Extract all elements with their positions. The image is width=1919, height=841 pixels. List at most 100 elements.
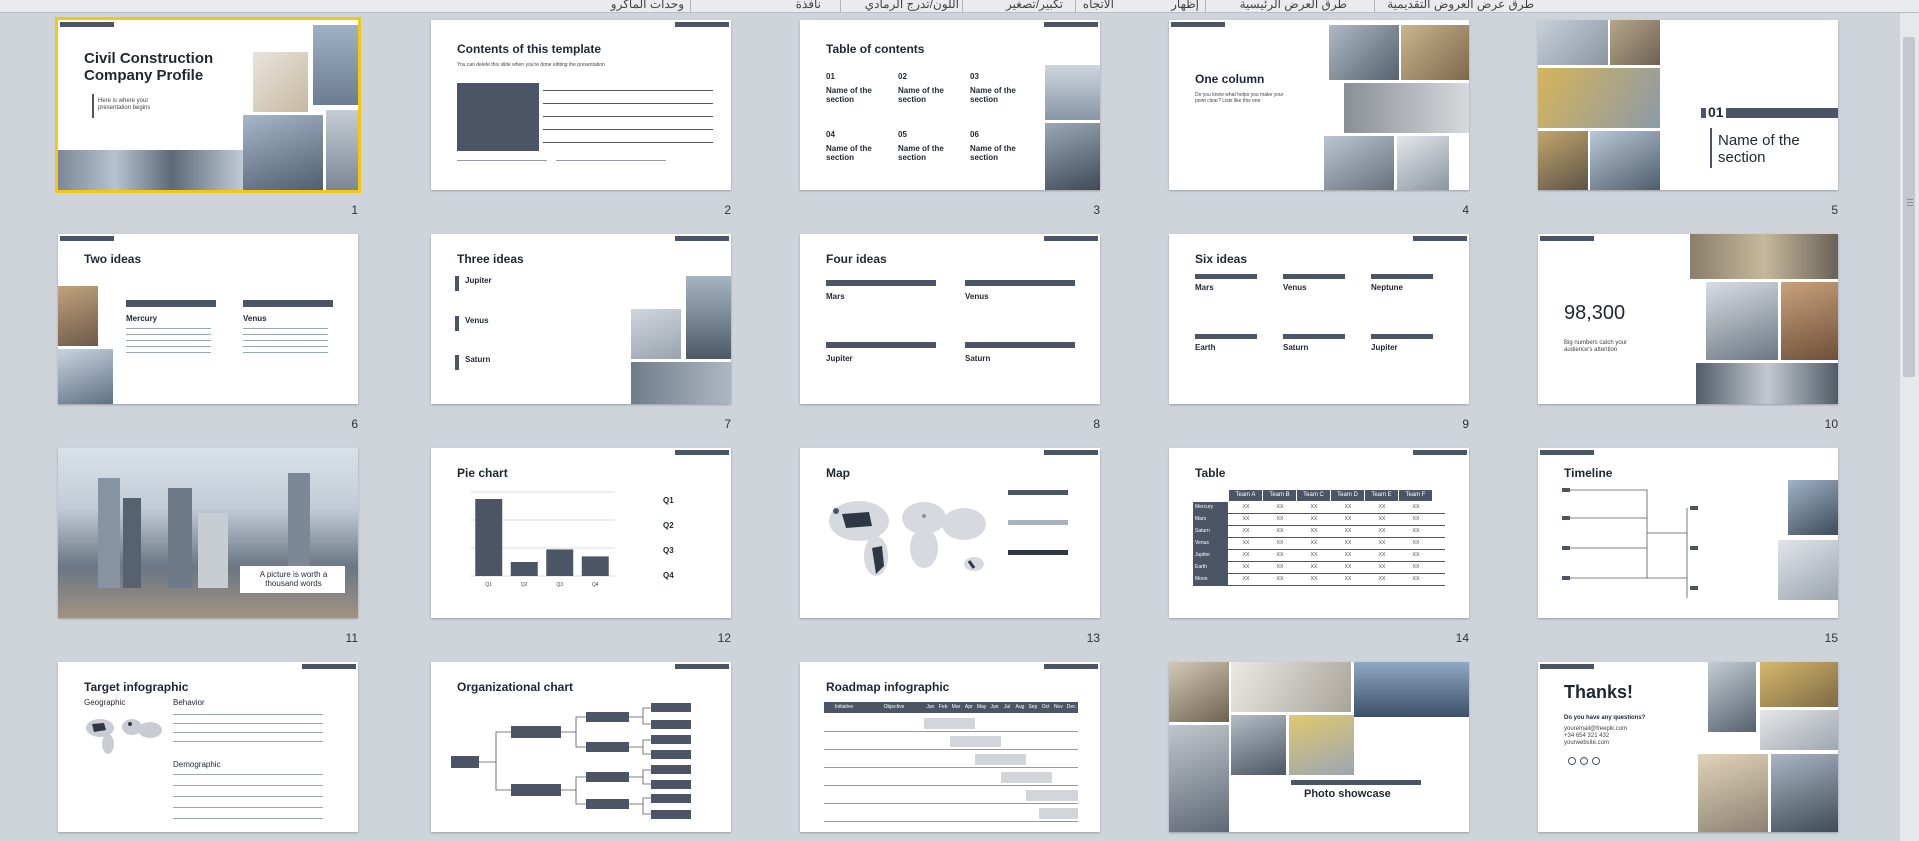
accent-bar <box>675 22 729 27</box>
slide-thumbnail-1[interactable]: Civil Construction Company Profile Here … <box>55 17 361 193</box>
table-cell: XX <box>1378 504 1386 510</box>
slide-thumbnail-11[interactable]: A picture is worth a thousand words <box>58 448 358 618</box>
idea-bar <box>126 300 216 307</box>
vertical-scrollbar[interactable] <box>1900 13 1919 841</box>
world-map-icon <box>829 501 986 576</box>
table-row: Jupiter XX XX XX XX XX XX <box>1193 550 1445 562</box>
crane-photo <box>1045 65 1100 120</box>
idea-text <box>243 328 328 358</box>
ribbon-item-main-views[interactable]: طرق العرض الرئيسية <box>1240 0 1347 11</box>
construction-photo <box>1538 20 1608 65</box>
ribbon-item-zoom[interactable]: تكبير/تصغير <box>1006 0 1063 11</box>
roadmap-column-header: Dec <box>1066 704 1076 710</box>
accent-bar <box>675 450 729 455</box>
table-cell: XX <box>1412 564 1420 570</box>
table-cell: XX <box>1276 528 1284 534</box>
idea-bar <box>826 280 936 286</box>
link-panel <box>457 83 539 151</box>
accent-bar <box>1413 450 1467 455</box>
divider <box>92 94 94 118</box>
slide-thumbnail-2[interactable]: Contents of this template You can delete… <box>431 20 731 190</box>
slide-number: 10 <box>1824 417 1838 431</box>
ribbon-separator <box>962 0 963 12</box>
ribbon-item-presentation-views[interactable]: طرق عرض العروض التقديمية <box>1387 0 1534 11</box>
glass-building-photo <box>1788 480 1838 535</box>
slide-title: One column <box>1195 72 1265 86</box>
scrollbar-grip <box>1907 199 1913 200</box>
slide-thumbnail-13[interactable]: Map <box>800 448 1100 618</box>
toc-number: 02 <box>898 72 907 81</box>
slide-thumbnail-17[interactable]: Organizational chart <box>431 662 731 832</box>
slide-thumbnail-10[interactable]: 98,300 Big numbers catch your audience's… <box>1538 234 1838 404</box>
roadmap-column-header: Jun <box>990 704 999 710</box>
building-photo <box>58 150 248 190</box>
table-row: Venus XX XX XX XX XX XX <box>1193 538 1445 550</box>
row-header: Venus <box>1193 538 1228 549</box>
slide-thumbnail-4[interactable]: One column Do you know what helps you ma… <box>1169 20 1469 190</box>
slide-number: 1 <box>351 203 358 217</box>
hall-photo <box>1344 83 1469 133</box>
roadmap-bar <box>975 754 1027 765</box>
idea-title: Jupiter <box>826 354 853 363</box>
accent-bar <box>1044 22 1098 27</box>
accent-bar <box>60 22 114 27</box>
social-icon[interactable] <box>1580 757 1588 765</box>
social-icon[interactable] <box>1568 757 1576 765</box>
table-cell: XX <box>1378 564 1386 570</box>
slide-thumbnail-20[interactable]: Thanks! Do you have any questions? youre… <box>1538 662 1838 832</box>
blueprint-photo <box>1231 662 1351 712</box>
idea-bar <box>1371 334 1433 339</box>
slide-thumbnail-9[interactable]: Six ideas Mars Venus Neptune Earth Satur… <box>1169 234 1469 404</box>
escalator-photo <box>1696 363 1838 404</box>
slide-thumbnail-16[interactable]: Target infographic Geographic Behavior D… <box>58 662 358 832</box>
ribbon-item-orientation[interactable]: الاتجاه <box>1083 0 1114 11</box>
slide-thumbnail-3[interactable]: Table of contents 01 Name of the section… <box>800 20 1100 190</box>
world-map-icon <box>86 719 162 754</box>
column-header: Team B <box>1263 490 1296 501</box>
ribbon-item-grayscale[interactable]: اللون/تدرج الرمادي <box>865 0 959 11</box>
ribbon-item-window[interactable]: نافذة <box>796 0 821 11</box>
contact-phone: +34 654 321 432 <box>1564 733 1610 739</box>
ribbon-item-show[interactable]: إظهار <box>1171 0 1199 11</box>
accent-bar <box>1044 664 1098 669</box>
slide-thumbnail-7[interactable]: Three ideas Jupiter Venus Saturn <box>431 234 731 404</box>
table-cell: XX <box>1378 516 1386 522</box>
row-divider <box>824 767 1078 768</box>
toc-number: 05 <box>898 130 907 139</box>
building-photo <box>1610 20 1660 65</box>
divider <box>1710 128 1712 168</box>
slide-thumbnail-6[interactable]: Two ideas Mercury Venus <box>58 234 358 404</box>
slide-thumbnail-18[interactable]: Roadmap infographic Initiative Objective J… <box>800 662 1100 832</box>
slide-sorter: Civil Construction Company Profile Here … <box>0 13 1900 841</box>
table-cell: XX <box>1276 552 1284 558</box>
slide-number: 15 <box>1824 631 1838 645</box>
slide-title: Organizational chart <box>457 680 574 694</box>
slide-thumbnail-19[interactable]: Photo showcase <box>1169 662 1469 832</box>
bar-q4 <box>581 556 609 576</box>
contact-website: yourwebsite.com <box>1564 740 1610 746</box>
table-cell: XX <box>1378 552 1386 558</box>
slide-thumbnail-8[interactable]: Four ideas Mars Venus Jupiter Saturn <box>800 234 1100 404</box>
slide-title: Civil Construction Company Profile <box>84 50 214 84</box>
table-cell: XX <box>1276 540 1284 546</box>
slide-thumbnail-5[interactable]: 01 Name of the section <box>1538 20 1838 190</box>
slide-subtitle: Here is where your presentation begins <box>98 98 151 111</box>
idea-title: Venus <box>243 314 267 323</box>
roadmap-bar <box>1039 808 1078 819</box>
plans-photo <box>1760 710 1838 750</box>
table-cell: XX <box>1242 576 1250 582</box>
slide-thumbnail-14[interactable]: Table Team A Team B Team C Team D Team E Team… <box>1169 448 1469 618</box>
slide-thumbnail-12[interactable]: Pie chart Q1 Q2 Q3 Q4 Q1 Q2 Q3 Q4 <box>431 448 731 618</box>
column-header: Team C <box>1297 490 1330 501</box>
scrollbar-thumb[interactable] <box>1903 37 1915 377</box>
social-icon[interactable] <box>1592 757 1600 765</box>
skyscraper-photo <box>1045 123 1100 190</box>
slide-thumbnail-15[interactable]: Timeline <box>1538 448 1838 618</box>
legend-item: Q1 <box>663 496 674 505</box>
slide-number: 3 <box>1093 203 1100 217</box>
ribbon-item-macros[interactable]: وحدات الماكرو <box>611 0 684 11</box>
roadmap-column-header: May <box>976 704 987 710</box>
row-divider <box>824 785 1078 786</box>
skyscraper-shape <box>98 478 120 588</box>
idea-title: Jupiter <box>1371 343 1398 352</box>
